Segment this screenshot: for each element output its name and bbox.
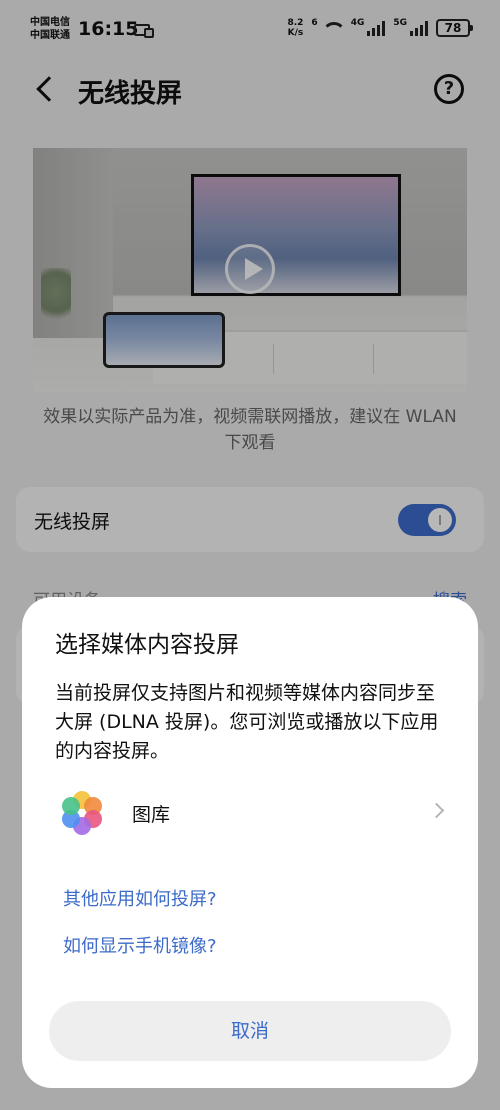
- other-apps-help-link[interactable]: 其他应用如何投屏?: [63, 885, 217, 911]
- gallery-icon: [60, 791, 104, 835]
- cancel-button[interactable]: 取消: [49, 1001, 451, 1061]
- dialog-title: 选择媒体内容投屏: [55, 632, 239, 658]
- dialog-body: 当前投屏仅支持图片和视频等媒体内容同步至大屏 (DLNA 投屏)。您可浏览或播放…: [55, 682, 439, 762]
- app-item-gallery[interactable]: 图库: [42, 783, 462, 843]
- media-cast-dialog: 选择媒体内容投屏 当前投屏仅支持图片和视频等媒体内容同步至大屏 (DLNA 投屏…: [22, 597, 478, 1088]
- app-item-label: 图库: [132, 804, 171, 826]
- chevron-right-icon: [428, 802, 445, 819]
- screen-mirror-help-link[interactable]: 如何显示手机镜像?: [63, 932, 217, 958]
